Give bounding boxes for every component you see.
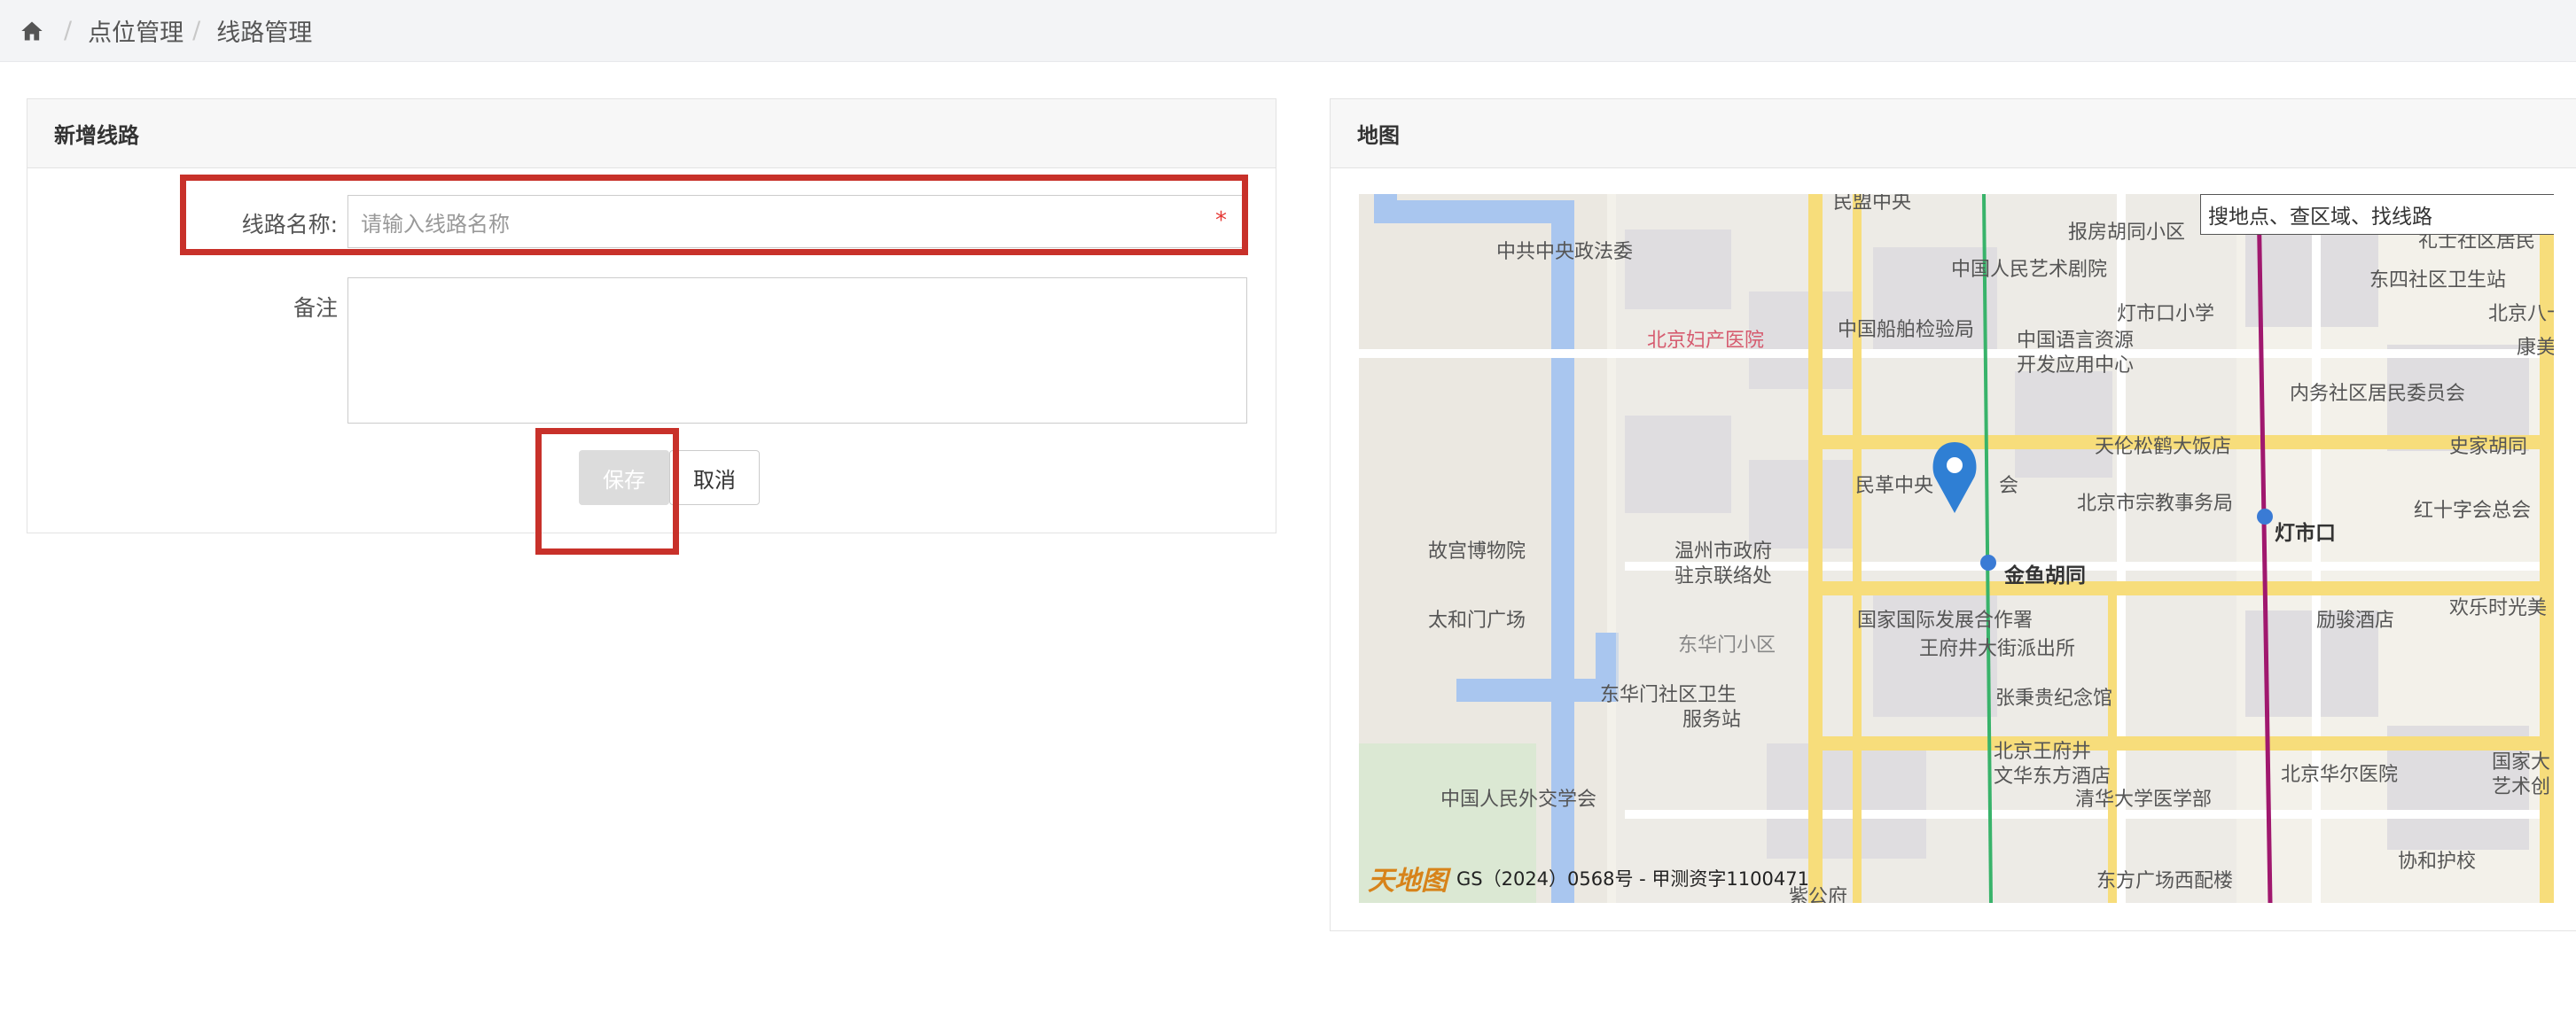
map-label: 温州市政府: [1674, 541, 1772, 563]
add-route-panel: 新增线路 线路名称: 请输入线路名称 * 备注 保存 取消: [27, 98, 1276, 533]
map-panel: 地图 民盟中央 中共中央政法委 报房胡同小区 中国人民艺术剧院 礼士社区居民 东…: [1330, 98, 2576, 931]
map-label: 灯市口: [2275, 521, 2336, 545]
map-label: 灯市口小学: [2117, 303, 2214, 325]
map-label: 北京王府井: [1994, 741, 2091, 763]
panel-title: 新增线路: [27, 99, 1276, 168]
map-label: 张秉贵纪念馆: [1995, 688, 2112, 710]
map-label: 清华大学医学部: [2075, 789, 2212, 811]
map-label: 中国人民艺术剧院: [1951, 259, 2107, 281]
map-label: 民盟中央: [1833, 194, 1911, 214]
home-icon[interactable]: [20, 19, 44, 43]
map-label: 报房胡同小区: [2068, 222, 2185, 244]
breadcrumb-separator: /: [64, 17, 73, 44]
map-canvas[interactable]: 民盟中央 中共中央政法委 报房胡同小区 中国人民艺术剧院 礼士社区居民 东四社区…: [1359, 194, 2554, 903]
map-label: 协和护校: [2398, 851, 2476, 873]
map-base: 民盟中央 中共中央政法委 报房胡同小区 中国人民艺术剧院 礼士社区居民 东四社区…: [1359, 194, 2554, 903]
map-label: 王府井大街派出所: [1919, 638, 2075, 660]
map-label: 中国船舶检验局: [1838, 319, 1974, 341]
map-label: 太和门广场: [1428, 610, 1526, 632]
map-label: 东方广场西配楼: [2096, 870, 2233, 892]
panel-title: 地图: [1331, 99, 2576, 168]
map-label: 文华东方酒店: [1994, 766, 2111, 788]
map-label: 东四社区卫生站: [2369, 269, 2506, 292]
map-label: 红十字会总会: [2414, 500, 2531, 522]
map-label: 欢乐时光美: [2449, 597, 2547, 619]
map-label: 东华门小区: [1678, 634, 1776, 657]
map-label: 故宫博物院: [1428, 541, 1526, 563]
map-label: 康美: [2517, 337, 2554, 359]
map-label: 会: [1999, 475, 2018, 497]
map-label: 驻京联络处: [1674, 565, 1772, 587]
remark-label: 备注: [293, 295, 338, 321]
map-search-input[interactable]: 搜地点、查区域、找线路: [2200, 194, 2554, 235]
breadcrumb-separator: /: [192, 17, 201, 44]
save-button[interactable]: 保存: [579, 450, 669, 505]
breadcrumb: / 点位管理 / 线路管理: [0, 0, 2576, 62]
map-label: 中共中央政法委: [1496, 241, 1633, 263]
map-label: 中国语言资源: [2017, 330, 2134, 352]
cancel-button[interactable]: 取消: [669, 450, 760, 505]
map-copyright: 天地图 GS（2024）0568号 - 甲测资字1100471: [1368, 860, 1809, 897]
map-label: 史家胡同: [2449, 436, 2527, 458]
map-label: 开发应用中心: [2017, 354, 2134, 377]
breadcrumb-item-route-management[interactable]: 线路管理: [216, 13, 312, 48]
map-label: 北京华尔医院: [2281, 764, 2398, 786]
map-label: 北京妇产医院: [1647, 330, 1764, 352]
map-label: 内务社区居民委员会: [2290, 383, 2465, 405]
map-label: 中国人民外交学会: [1440, 789, 1596, 811]
map-label: 东华门社区卫生: [1600, 684, 1737, 706]
tianditu-logo: 天地图: [1368, 866, 1448, 897]
map-label: 北京八十: [2488, 303, 2554, 325]
breadcrumb-item-point-management[interactable]: 点位管理: [88, 13, 183, 48]
route-name-input[interactable]: 请输入线路名称: [347, 195, 1247, 248]
map-label: 服务站: [1682, 709, 1741, 731]
copyright-text: GS（2024）0568号 - 甲测资字1100471: [1456, 868, 1809, 890]
remark-textarea[interactable]: [347, 277, 1247, 424]
map-label: 北京市宗教事务局: [2077, 493, 2233, 515]
required-mark: *: [1215, 207, 1227, 234]
map-label: 天伦松鹤大饭店: [2095, 436, 2231, 458]
map-label: 国家国际发展合作署: [1857, 610, 2033, 632]
map-label: 艺术创: [2492, 776, 2550, 798]
map-label: 金鱼胡同: [2003, 564, 2086, 587]
map-label: 国家大: [2492, 751, 2550, 774]
map-label: 民革中央: [1855, 475, 1933, 497]
route-name-label: 线路名称:: [241, 212, 338, 237]
map-label: 励骏酒店: [2316, 610, 2394, 632]
